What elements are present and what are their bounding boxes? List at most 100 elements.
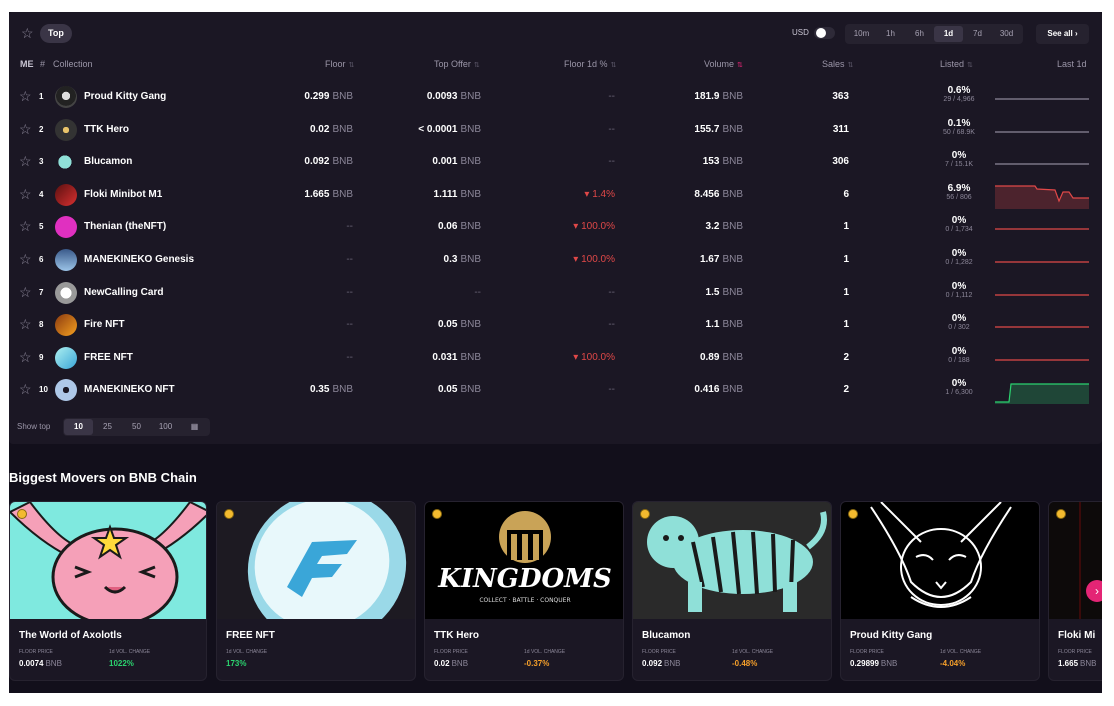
favorites-star-icon[interactable]: ☆ [21,25,34,42]
listed-count: 0 / 1,734 [945,226,973,234]
sparkline-chart [995,130,1089,133]
table-row[interactable]: ☆ 8 Fire NFT -- 0.05 BNB -- 1.1 BNB 1 0% 0 / 302 [9,309,1102,341]
change-cell: -- [608,384,615,396]
unit-label: BNB [460,319,481,331]
header-listed[interactable]: Listed ⇅ [940,59,973,69]
card-floor-value: 0.29899 BNB [850,659,897,668]
see-all-button[interactable]: See all › [1036,24,1089,44]
marketplace-app: ☆ Top USD 10m 1h 6h 1d 7d 30d See all › … [9,12,1102,693]
header-volume[interactable]: Volume ⇅ [704,59,743,69]
collection-name[interactable]: Fire NFT [84,319,125,330]
collection-avatar [55,183,77,206]
header-top-offer[interactable]: Top Offer ⇅ [434,59,480,69]
volume-value: 1.5 [705,286,720,298]
collection-name[interactable]: Blucamon [84,156,132,167]
usd-toggle[interactable] [814,27,835,39]
header-floor[interactable]: Floor ⇅ [325,59,354,69]
top-offer-cell: 0.3 BNB [389,254,481,265]
listed-count: 1 / 6,300 [945,389,973,397]
sort-icon: ⇅ [847,62,854,69]
kingdoms-tagline: COLLECT · BATTLE · CONQUER [479,597,570,604]
rank: 6 [39,255,44,264]
favorite-star-icon[interactable]: ☆ [19,284,32,301]
unit-label: BNB [332,91,353,102]
card-floor-number: 0.092 [642,659,663,668]
header-floor-change[interactable]: Floor 1d % ⇅ [564,59,616,69]
volume-cell: 181.9 BNB [659,91,743,102]
favorite-star-icon[interactable]: ☆ [19,88,32,105]
floor-price-label: FLOOR PRICE [642,649,676,655]
collection-avatar [55,281,77,304]
table-row[interactable]: ☆ 10 MANEKINEKO NFT 0.35 BNB 0.05 BNB -- 0.416 BN… [9,374,1102,406]
show-top-100[interactable]: 100 [151,419,180,435]
top-filter-chip[interactable]: Top [40,24,72,43]
collection-name[interactable]: MANEKINEKO NFT [84,384,175,395]
show-top-10[interactable]: 10 [64,419,93,435]
vol-change-label: 1d VOL. CHANGE [524,649,566,655]
favorite-star-icon[interactable]: ☆ [19,349,32,366]
favorite-star-icon[interactable]: ☆ [19,186,32,203]
collection-name[interactable]: Proud Kitty Gang [84,91,166,102]
card-floor-value: 0.092 BNB [642,659,680,668]
mover-card[interactable]: Proud Kitty Gang FLOOR PRICE 1d VOL. CHA… [840,501,1040,681]
listed-pct: 0% [951,313,967,325]
table-row[interactable]: ☆ 1 Proud Kitty Gang 0.299 BNB 0.0093 BNB -- 181… [9,81,1102,113]
volume-cell: 1.5 BNB [659,287,743,298]
show-top-options: 10 25 50 100 ▦ [63,418,210,436]
volume-cell: 3.2 BNB [659,221,743,232]
listed-count: 50 / 68.9K [943,128,975,136]
favorite-star-icon[interactable]: ☆ [19,251,32,268]
me-logo-icon: ME [20,59,34,69]
header-sales[interactable]: Sales ⇅ [822,59,853,69]
table-row[interactable]: ☆ 4 Floki Minibot M1 1.665 BNB 1.111 BNB ▾ 1.4%… [9,179,1102,211]
rank: 4 [39,189,44,199]
table-row[interactable]: ☆ 9 FREE NFT -- 0.031 BNB ▾ 100.0% 0.89 BNB 2 0% 0 … [9,342,1102,374]
period-1h[interactable]: 1h [876,26,905,42]
period-1d[interactable]: 1d [934,26,963,42]
mover-card[interactable]: The World of Axolotls FLOOR PRICE 1d VOL… [9,501,207,681]
period-7d[interactable]: 7d [963,26,992,42]
carousel-next-button[interactable]: › [1086,580,1102,602]
mover-card[interactable]: KINGDOMS COLLECT · BATTLE · CONQUER TTK … [424,501,624,681]
collection-name[interactable]: MANEKINEKO Genesis [84,254,194,265]
favorite-star-icon[interactable]: ☆ [19,381,32,398]
table-row[interactable]: ☆ 6 MANEKINEKO Genesis -- 0.3 BNB ▾ 100.0% 1.67… [9,244,1102,276]
card-floor-number: 0.0074 [19,659,44,668]
favorite-star-icon[interactable]: ☆ [19,153,32,170]
sparkline-chart [995,185,1089,209]
favorite-star-icon[interactable]: ☆ [19,218,32,235]
mover-card[interactable]: Blucamon FLOOR PRICE 1d VOL. CHANGE 0.09… [632,501,832,681]
card-image-axolotl [10,502,206,619]
collection-name[interactable]: TTK Hero [84,124,129,135]
collection-name[interactable]: Floki Minibot M1 [84,189,162,200]
show-top-50[interactable]: 50 [122,419,151,435]
floor-cell: 0.092 BNB [269,156,353,167]
period-10m[interactable]: 10m [847,26,876,42]
table-row[interactable]: ☆ 5 Thenian (theNFT) -- 0.06 BNB ▾ 100.0% 3.2 BN… [9,211,1102,243]
table-row[interactable]: ☆ 7 NewCalling Card -- -- -- 1.5 BNB 1 0% 0 / 1,11… [9,277,1102,309]
volume-cell: 1.67 BNB [659,254,743,265]
mover-card[interactable]: FREE NFT 1d VOL. CHANGE 173% [216,501,416,681]
favorite-star-icon[interactable]: ☆ [19,121,32,138]
grid-view-icon[interactable]: ▦ [180,419,209,435]
period-30d[interactable]: 30d [992,26,1021,42]
favorite-star-icon[interactable]: ☆ [19,316,32,333]
collection-name[interactable]: Thenian (theNFT) [84,221,166,232]
sales-cell: 306 [832,156,849,168]
rank: 10 [39,385,48,395]
collection-name[interactable]: FREE NFT [84,352,133,363]
show-top-25[interactable]: 25 [93,419,122,435]
floor-price-label: FLOOR PRICE [850,649,884,655]
listed-count: 0 / 1,112 [945,291,973,299]
top-offer-value: < 0.0001 [418,123,458,135]
volume-cell: 153 BNB [659,156,743,167]
table-row[interactable]: ☆ 2 TTK Hero 0.02 BNB < 0.0001 BNB -- 155.7 BNB 31… [9,114,1102,146]
unit-label: BNB [722,384,743,396]
header-collection[interactable]: Collection [53,59,93,69]
collection-name[interactable]: NewCalling Card [84,287,163,298]
period-6h[interactable]: 6h [905,26,934,42]
table-row[interactable]: ☆ 3 Blucamon 0.092 BNB 0.001 BNB -- 153 BNB 306 0% 7… [9,146,1102,178]
rank: 2 [39,124,44,134]
card-vol-change: -0.48% [732,659,758,668]
card-name: TTK Hero [434,630,479,641]
